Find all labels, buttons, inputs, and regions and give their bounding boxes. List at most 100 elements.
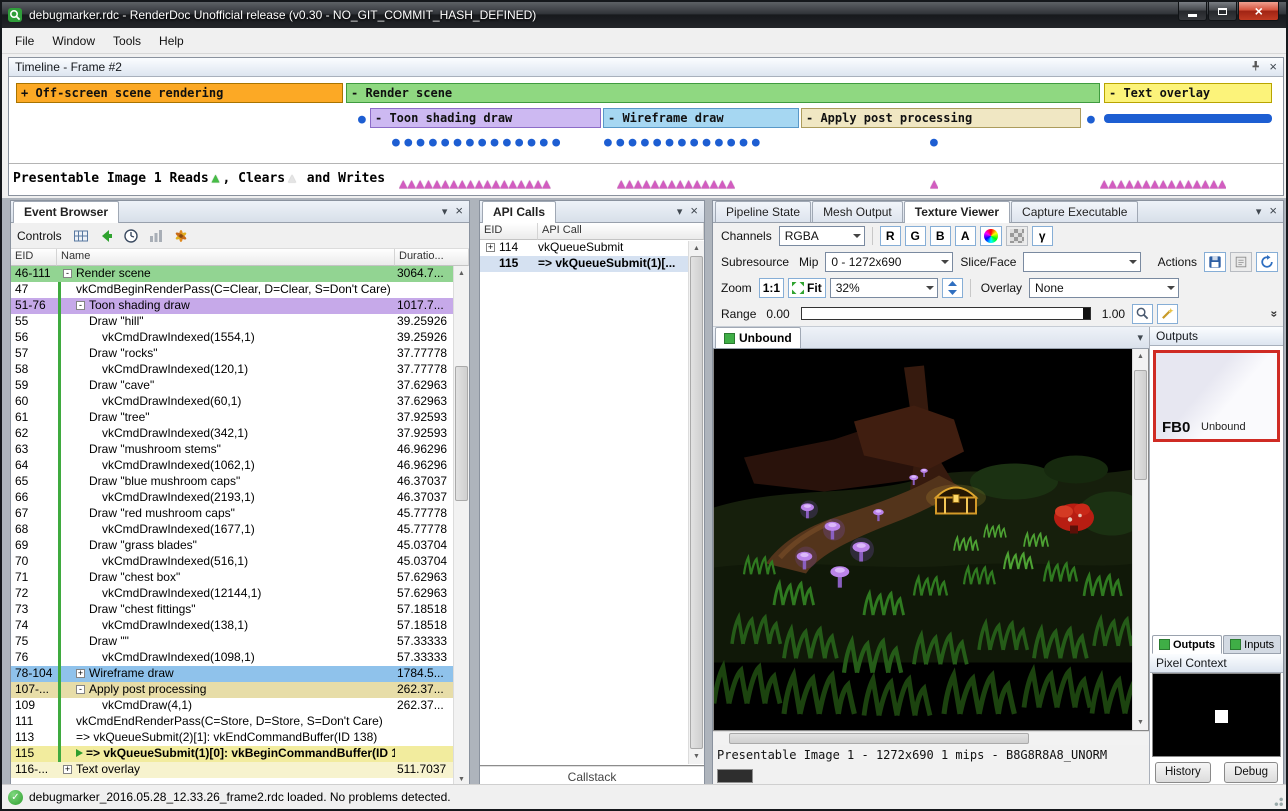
draw-dot[interactable]: ● [1087,112,1095,127]
timeline-marker-wireframe[interactable]: - Wireframe draw [603,108,799,128]
event-row[interactable]: 74vkCmdDrawIndexed(138,1)57.18518 [11,618,453,634]
column-eid[interactable]: EID [480,223,538,240]
debug-button[interactable]: Debug [1224,762,1278,783]
color-wheel-icon[interactable] [980,226,1002,246]
collapse-icon[interactable] [76,301,85,310]
texture-tab-unbound[interactable]: Unbound [715,327,801,348]
event-row[interactable]: 60vkCmdDrawIndexed(60,1)37.62963 [11,394,453,410]
flip-vertical-icon[interactable] [942,278,963,298]
zoom-range-icon[interactable] [1132,304,1153,324]
api-call-row[interactable]: 114 vkQueueSubmit [480,240,689,256]
zoom-1to1-button[interactable]: 1:1 [759,278,784,298]
menu-window[interactable]: Window [43,30,104,52]
event-row[interactable]: 68vkCmdDrawIndexed(1677,1)45.77778 [11,522,453,538]
collapse-icon[interactable] [63,269,72,278]
writes-markers[interactable]: ▲▲▲▲▲▲▲▲▲▲▲▲▲▲▲▲▲▲ [399,169,551,195]
close-icon[interactable] [690,204,698,218]
event-row[interactable]: 55Draw "hill"39.25926 [11,314,453,330]
scroll-up-icon[interactable] [689,241,704,256]
autofit-wand-icon[interactable] [1157,304,1178,324]
green-channel-button[interactable]: G [905,226,926,246]
alpha-channel-button[interactable]: A [955,226,976,246]
event-row[interactable]: 64vkCmdDrawIndexed(1062,1)46.96296 [11,458,453,474]
column-api-call[interactable]: API Call [538,223,704,240]
event-row[interactable]: 70vkCmdDrawIndexed(516,1)45.03704 [11,554,453,570]
chevron-down-icon[interactable] [442,204,448,218]
draw-dot[interactable]: ● [930,135,938,150]
resize-grip[interactable] [1271,794,1283,806]
pin-icon[interactable] [1250,60,1261,74]
event-row[interactable]: 107-...Apply post processing262.37... [11,682,453,698]
timeline-marker-render-scene[interactable]: - Render scene [346,83,1100,103]
writes-markers[interactable]: ▲▲▲▲▲▲▲▲▲▲▲▲▲▲▲ [1100,169,1226,195]
tab-api-calls[interactable]: API Calls [482,201,556,223]
chevron-down-icon[interactable] [677,204,683,218]
timeline-content[interactable]: + Off-screen scene rendering - Render sc… [9,77,1283,195]
expand-icon[interactable] [486,243,495,252]
event-row[interactable]: 58vkCmdDrawIndexed(120,1)37.77778 [11,362,453,378]
settings-flower-icon[interactable] [171,226,191,246]
timeline-caption[interactable]: Timeline - Frame #2 [9,58,1283,77]
event-row[interactable]: 111vkCmdEndRenderPass(C=Store, D=Store, … [11,714,453,730]
scroll-thumb[interactable] [690,256,703,749]
scroll-up-icon[interactable] [454,266,469,281]
event-row[interactable]: 116-...Text overlay511.7037 [11,762,453,778]
blue-channel-button[interactable]: B [930,226,951,246]
event-row[interactable]: 69Draw "grass blades"45.03704 [11,538,453,554]
event-row[interactable]: 62vkCmdDrawIndexed(342,1)37.92593 [11,426,453,442]
event-row[interactable]: 73Draw "chest fittings"57.18518 [11,602,453,618]
draw-dots-wireframe[interactable]: ●●●●●●●●●●●●● [604,135,795,151]
event-row[interactable]: 76vkCmdDrawIndexed(1098,1)57.33333 [11,650,453,666]
text-overlay-activity-bar[interactable] [1104,114,1272,123]
event-row[interactable]: 61Draw "tree"37.92593 [11,410,453,426]
event-row[interactable]: 57Draw "rocks"37.77778 [11,346,453,362]
fb0-thumbnail[interactable]: FB0 Unbound [1153,350,1280,442]
close-button[interactable] [1238,2,1279,21]
writes-markers[interactable]: ▲▲▲▲▲▲▲▲▲▲▲▲▲▲ [617,169,735,195]
history-button[interactable]: History [1155,762,1211,783]
event-row[interactable]: 65Draw "blue mushroom caps"46.37037 [11,474,453,490]
title-bar[interactable]: debugmarker.rdc - RenderDoc Unofficial r… [2,2,1286,28]
mip-select[interactable]: 0 - 1272x690 [825,252,953,272]
close-icon[interactable] [1269,204,1277,218]
overlay-select[interactable]: None [1029,278,1179,298]
column-eid[interactable]: EID [11,249,57,266]
tab-pipeline-state[interactable]: Pipeline State [715,201,811,222]
event-row[interactable]: 46-111Render scene3064.7... [11,266,453,282]
refresh-icon[interactable] [1256,252,1278,272]
scroll-up-icon[interactable] [1133,349,1148,364]
column-duration[interactable]: Duratio... [395,249,469,266]
event-row[interactable]: 67Draw "red mushroom caps"45.77778 [11,506,453,522]
jump-to-current-icon[interactable] [96,226,116,246]
time-durations-icon[interactable] [121,226,141,246]
column-name[interactable]: Name [57,249,395,266]
event-row[interactable]: 66vkCmdDrawIndexed(2193,1)46.37037 [11,490,453,506]
api-calls-scrollbar[interactable] [688,241,704,764]
texture-display[interactable] [713,349,1149,731]
texture-vertical-scrollbar[interactable] [1132,349,1148,730]
chevron-down-icon[interactable] [1137,330,1143,344]
gamma-button[interactable]: γ [1032,226,1053,246]
range-slider[interactable] [801,307,1091,320]
scroll-thumb[interactable] [729,733,1029,744]
timeline-marker-offscreen[interactable]: + Off-screen scene rendering [16,83,343,103]
minimize-button[interactable] [1178,2,1207,21]
zoom-fit-button[interactable]: Fit [788,278,826,298]
scroll-thumb[interactable] [455,366,468,501]
timeline-marker-text-overlay[interactable]: - Text overlay [1104,83,1272,103]
expand-icon[interactable] [76,669,85,678]
export-icon[interactable] [1230,252,1252,272]
texture-horizontal-scrollbar[interactable] [713,731,1149,745]
texture-image[interactable] [714,349,1134,730]
slice-face-select[interactable] [1023,252,1141,272]
scroll-down-icon[interactable] [1133,715,1148,730]
timeline-toggle-icon[interactable] [71,226,91,246]
zoom-percent-select[interactable]: 32% [830,278,938,298]
tab-mesh-output[interactable]: Mesh Output [812,201,903,222]
api-call-row-selected[interactable]: 115 => vkQueueSubmit(1)[... [480,256,689,272]
draw-dot[interactable]: ● [358,112,366,127]
close-icon[interactable] [455,204,463,218]
event-row[interactable]: 59Draw "cave"37.62963 [11,378,453,394]
event-row[interactable]: 78-104Wireframe draw1784.5... [11,666,453,682]
red-channel-button[interactable]: R [880,226,901,246]
